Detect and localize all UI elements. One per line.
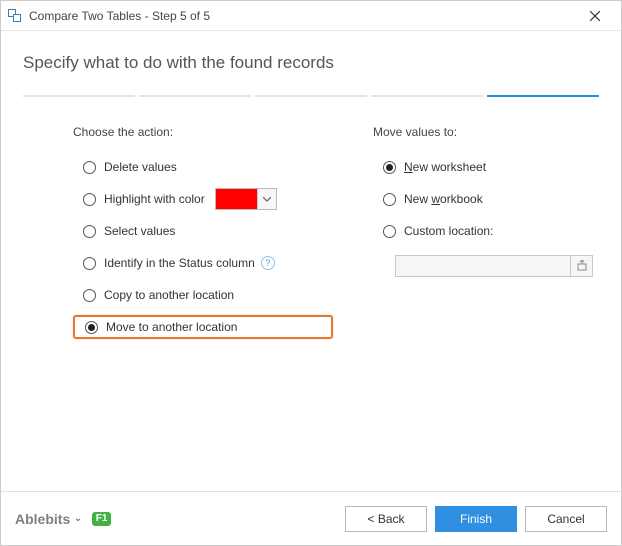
select-range-button[interactable] — [571, 255, 593, 277]
destination-column: Move values to: New worksheet New workbo… — [373, 125, 593, 347]
radio-label: Move to another location — [106, 320, 237, 334]
content-area: Specify what to do with the found record… — [1, 31, 621, 347]
chevron-down-icon — [258, 189, 276, 209]
radio-identify-status[interactable]: Identify in the Status column ? — [73, 251, 333, 275]
radio-label: Identify in the Status column — [104, 256, 255, 270]
radio-label: Highlight with color — [104, 192, 205, 206]
chevron-down-icon: ⌄ — [74, 513, 82, 524]
step-3 — [255, 95, 367, 97]
close-button[interactable] — [577, 2, 613, 30]
action-column: Choose the action: Delete values Highlig… — [73, 125, 333, 347]
footer: Ablebits ⌄ F1 < Back Finish Cancel — [1, 491, 621, 545]
cancel-button[interactable]: Cancel — [525, 506, 607, 532]
radio-label: Delete values — [104, 160, 177, 174]
radio-icon — [383, 225, 396, 238]
radio-delete-values[interactable]: Delete values — [73, 155, 333, 179]
radio-highlight-color[interactable]: Highlight with color — [73, 187, 333, 211]
radio-new-worksheet[interactable]: New worksheet — [373, 155, 593, 179]
radio-label: Custom location: — [404, 224, 493, 238]
radio-copy-location[interactable]: Copy to another location — [73, 283, 333, 307]
step-5 — [487, 95, 599, 97]
radio-icon — [85, 321, 98, 334]
radio-new-workbook[interactable]: New workbook — [373, 187, 593, 211]
action-title: Choose the action: — [73, 125, 333, 139]
back-button[interactable]: < Back — [345, 506, 427, 532]
page-heading: Specify what to do with the found record… — [23, 53, 599, 73]
color-picker[interactable] — [215, 188, 277, 210]
step-4 — [371, 95, 483, 97]
custom-location-input[interactable] — [395, 255, 571, 277]
destination-title: Move values to: — [373, 125, 593, 139]
radio-select-values[interactable]: Select values — [73, 219, 333, 243]
range-icon — [576, 260, 588, 272]
title-bar: Compare Two Tables - Step 5 of 5 — [1, 1, 621, 31]
radio-icon — [83, 289, 96, 302]
close-icon — [590, 11, 600, 21]
radio-label: New workbook — [404, 192, 483, 206]
radio-label: Select values — [104, 224, 175, 238]
brand-label: Ablebits — [15, 511, 70, 527]
wizard-progress — [23, 95, 599, 97]
help-icon[interactable]: ? — [261, 256, 275, 270]
radio-custom-location[interactable]: Custom location: — [373, 219, 593, 243]
step-2 — [139, 95, 251, 97]
custom-location-row — [395, 255, 593, 277]
finish-button[interactable]: Finish — [435, 506, 517, 532]
window-title: Compare Two Tables - Step 5 of 5 — [29, 9, 210, 23]
radio-icon — [383, 193, 396, 206]
brand-menu[interactable]: Ablebits ⌄ — [15, 511, 82, 527]
help-f1-badge[interactable]: F1 — [92, 512, 112, 526]
radio-move-location[interactable]: Move to another location — [73, 315, 333, 339]
radio-icon — [83, 225, 96, 238]
radio-icon — [83, 193, 96, 206]
step-1 — [23, 95, 135, 97]
radio-icon — [383, 161, 396, 174]
radio-label: Copy to another location — [104, 288, 234, 302]
radio-icon — [83, 161, 96, 174]
radio-icon — [83, 257, 96, 270]
color-swatch — [216, 189, 258, 209]
radio-label: New worksheet — [404, 160, 486, 174]
app-icon — [7, 8, 23, 24]
